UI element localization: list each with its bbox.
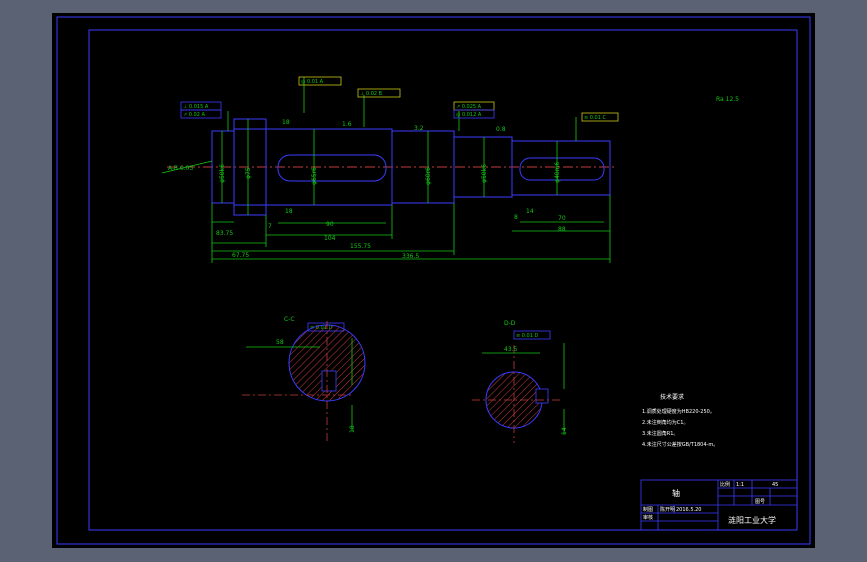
dim-len1: 83.75 xyxy=(216,230,233,237)
dim-d1: φ50k6 xyxy=(219,164,226,183)
tolerance-frames: ⊥ 0.015 A ↗ 0.02 A ◎ 0.01 A ⊥ 0.02 B ↗ 0… xyxy=(180,76,619,340)
dim-d6: φ40m6 xyxy=(554,162,561,183)
tol-frame-1: ⊥ 0.015 A xyxy=(183,104,209,110)
dim-len2: 67.75 xyxy=(232,252,249,259)
roughness-note: Ra 12.5 xyxy=(716,96,739,103)
dim-key2: 70 xyxy=(558,215,566,222)
tol-frame-5: ↗ 0.025 A xyxy=(456,104,482,110)
tol-frame-2: ↗ 0.02 A xyxy=(183,112,206,118)
sec2-depth: 43.5 xyxy=(504,346,518,353)
dim-len5: 336.5 xyxy=(402,253,419,260)
dim-small2: 8 xyxy=(514,214,518,221)
company-name: 涟阳工业大学 xyxy=(728,515,776,525)
section-label-c: C-C xyxy=(284,316,295,323)
tol-frame-9: ≡ 0.01 D xyxy=(516,333,539,339)
dim-len6: 88 xyxy=(558,226,566,233)
dim-key-w1: 18 xyxy=(282,119,290,126)
roughness-a: 1.6 xyxy=(342,121,352,128)
dim-d4: φ60r6 xyxy=(425,167,432,185)
dim-key-w1b: 18 xyxy=(285,208,293,215)
tech-item-3: 3.未注圆角R1。 xyxy=(642,430,678,437)
engineering-drawing: 83.75 67.75 104 155.75 336.5 90 70 88 7 … xyxy=(56,16,811,545)
dim-key-w2: 14 xyxy=(526,208,534,215)
designer-name: 陈开明 xyxy=(660,506,675,513)
dim-d2: φ75 xyxy=(245,167,252,179)
roughness-b: 3.2 xyxy=(414,125,424,132)
scale-label: 比例 xyxy=(720,481,730,488)
tol-frame-3: ◎ 0.01 A xyxy=(301,79,324,85)
tol-frame-4: ⊥ 0.02 B xyxy=(360,91,383,97)
tol-frame-6: ◎ 0.012 A xyxy=(456,112,482,118)
drawn-label: 制图 xyxy=(643,506,653,513)
cad-viewport[interactable]: 83.75 67.75 104 155.75 336.5 90 70 88 7 … xyxy=(52,13,815,548)
dim-small1: 7 xyxy=(268,223,272,230)
outer-frame xyxy=(56,16,811,545)
dimension-texts: 83.75 67.75 104 155.75 336.5 90 70 88 7 … xyxy=(168,119,566,260)
dim-len3: 104 xyxy=(324,235,336,242)
dim-key1: 90 xyxy=(326,221,334,228)
dim-d5: φ50k6 xyxy=(481,164,488,183)
sec1-width: 18 xyxy=(349,425,356,433)
roughness-c: 0.8 xyxy=(496,126,506,133)
material: 45 xyxy=(772,482,778,488)
tech-item-1: 1.调质处理硬度为HB220-250。 xyxy=(642,408,715,415)
design-date: 2016.5.20 xyxy=(676,507,701,513)
tech-item-4: 4.未注尺寸公差按GB/T1804-m。 xyxy=(642,441,718,448)
side-note: A-B 0.03 xyxy=(168,165,193,172)
checked-label: 审核 xyxy=(643,514,653,521)
dim-len4: 155.75 xyxy=(350,243,371,250)
sheet-label: 图号 xyxy=(755,499,765,505)
tech-requirements: 技术要求 1.调质处理硬度为HB220-250。 2.未注倒角均为C1。 3.未… xyxy=(642,393,718,448)
sec1-depth: 58 xyxy=(276,339,284,346)
shaft-main-view xyxy=(167,118,617,216)
sec2-width: 14 xyxy=(561,427,568,435)
dim-d3: φ65r6 xyxy=(311,167,318,185)
tol-frame-7: ≡ 0.01 C xyxy=(584,115,607,121)
section-label-d: D-D xyxy=(504,320,516,327)
tech-heading: 技术要求 xyxy=(660,393,684,401)
tech-item-2: 2.未注倒角均为C1。 xyxy=(642,419,688,426)
part-name: 轴 xyxy=(672,488,680,498)
scale-value: 1:1 xyxy=(736,482,744,488)
section-c-c: C-C 58 18 xyxy=(242,316,366,443)
